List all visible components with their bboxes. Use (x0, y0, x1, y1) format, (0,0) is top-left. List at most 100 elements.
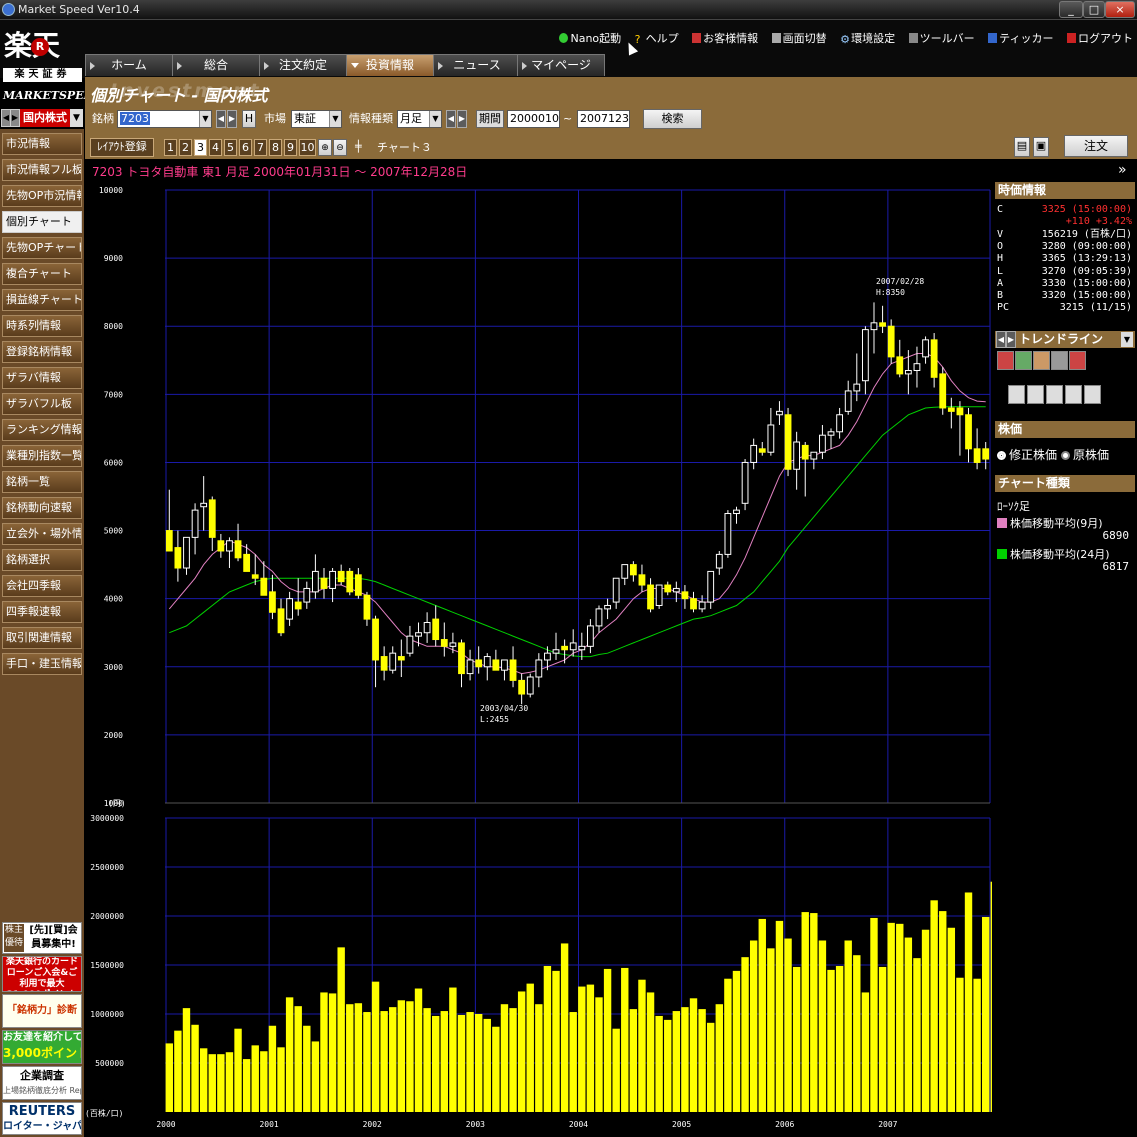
close-button[interactable]: × (1105, 1, 1135, 18)
info-type-select[interactable]: 月足 ▼ (397, 110, 442, 128)
clear-tool-icon[interactable] (1084, 385, 1101, 404)
history-button[interactable]: H (242, 110, 256, 128)
sidebar-item[interactable]: 業種別指数一覧 (2, 445, 82, 467)
delete-tool-icon[interactable] (1065, 385, 1082, 404)
trendline-prev-icon[interactable]: ◀ (996, 331, 1006, 348)
print-icon[interactable]: ▤ (1014, 137, 1030, 157)
market-label[interactable]: 国内株式 (20, 109, 70, 127)
sidebar-item[interactable]: 時系列情報 (2, 315, 82, 337)
market-next-icon[interactable]: ▶ (10, 109, 20, 127)
ma9-legend[interactable]: 株価移動平均(9月) (997, 515, 1103, 531)
preview-icon[interactable]: ▣ (1033, 137, 1049, 157)
layout-tab[interactable]: 6 (239, 139, 252, 156)
nano-link[interactable]: Nano起動 (559, 30, 621, 46)
layout-tab[interactable]: 1 (164, 139, 177, 156)
code-dropdown-icon[interactable]: ▼ (199, 111, 211, 127)
sidebar-item[interactable]: 取引関連情報 (2, 627, 82, 649)
rakuten-logo[interactable]: 楽天 R 楽天証券 (2, 30, 82, 87)
radio-adjusted-price[interactable]: 修正株価 (997, 446, 1057, 463)
customer-link[interactable]: お客様情報 (692, 30, 758, 46)
market-dropdown-icon[interactable]: ▼ (70, 109, 83, 127)
zoom-out-icon[interactable]: ⊖ (333, 139, 347, 156)
ad-reuters-banner[interactable]: REUTERS ロイター・ジャパン (2, 1102, 82, 1135)
sidebar-item[interactable]: ランキング情報 (2, 419, 82, 441)
ad-member-banner[interactable]: 株主優待 [先][買]会員募集中! (2, 922, 82, 954)
layout-tab[interactable]: 7 (254, 139, 267, 156)
layout-tab[interactable]: 9 (284, 139, 297, 156)
layout-tab[interactable]: 4 (209, 139, 222, 156)
help-link[interactable]: ? ヘルプ (635, 30, 679, 46)
sidebar-item[interactable]: 会社四季報 (2, 575, 82, 597)
ad-research-banner[interactable]: 企業調査 上場銘柄徹底分析 Report (2, 1066, 82, 1100)
sidebar-item[interactable]: 登録銘柄情報 (2, 341, 82, 363)
sidebar-item[interactable]: 銘柄選択 (2, 549, 82, 571)
ma24-legend[interactable]: 株価移動平均(24月) (997, 546, 1110, 562)
stock-code-input[interactable]: 7203 ▼ (117, 110, 212, 128)
sidebar-item[interactable]: 個別チャート (2, 211, 82, 233)
trendline-arrow-icon[interactable] (1069, 351, 1086, 370)
trendline-draw-icon[interactable] (997, 351, 1014, 370)
toolbar-link[interactable]: ツールバー (908, 30, 975, 46)
tab-mypage[interactable]: マイページ (517, 54, 605, 76)
sidebar-item[interactable]: 先物OPチャート (2, 237, 82, 259)
trendline-text-icon[interactable] (1051, 351, 1068, 370)
code-next-icon[interactable]: ▶ (227, 110, 237, 128)
market-select[interactable]: 東証 ▼ (291, 110, 342, 128)
tab-news[interactable]: ニュース (433, 54, 521, 76)
sidebar-item[interactable]: 立会外・場外情報 (2, 523, 82, 545)
minimize-button[interactable]: _ (1059, 1, 1083, 18)
period-prev-icon[interactable]: ◀ (446, 110, 456, 128)
screen-switch-link[interactable]: 画面切替 (771, 30, 827, 46)
select-tool-icon[interactable] (1046, 385, 1063, 404)
market-select-dropdown-icon[interactable]: ▼ (329, 111, 341, 127)
sidebar-item[interactable]: 市況情報 (2, 133, 82, 155)
tab-investment-info[interactable]: 投資情報 (346, 54, 434, 76)
layout-tab[interactable]: 10 (299, 139, 316, 156)
trendline-parallel-icon[interactable] (1015, 351, 1032, 370)
maximize-button[interactable]: □ (1083, 1, 1105, 18)
layout-tab[interactable]: 3 (194, 139, 207, 156)
copy-tool-icon[interactable] (1027, 385, 1044, 404)
ad-stock-diagnosis-banner[interactable]: 「銘柄力」診断 (2, 994, 82, 1028)
pointer-tool-icon[interactable] (1008, 385, 1025, 404)
tab-summary[interactable]: 総合 (172, 54, 260, 76)
layout-tab[interactable]: 5 (224, 139, 237, 156)
layout-tab[interactable]: 8 (269, 139, 282, 156)
period-next-icon[interactable]: ▶ (457, 110, 467, 128)
zoom-in-icon[interactable]: ⊕ (318, 139, 332, 156)
sidebar-item[interactable]: 銘柄一覧 (2, 471, 82, 493)
layout-save-button[interactable]: ﾚｲｱｳﾄ登録 (90, 138, 154, 157)
info-type-dropdown-icon[interactable]: ▼ (429, 111, 441, 127)
tab-orders[interactable]: 注文約定 (259, 54, 347, 76)
radio-raw-price[interactable]: 原株価 (1061, 446, 1109, 463)
sidebar-item[interactable]: 四季報速報 (2, 601, 82, 623)
sidebar-item[interactable]: 損益線チャート (2, 289, 82, 311)
ad-cardloan-banner[interactable]: 楽天銀行のカードローンご入会&ご利用で最大31,000ポイント進呈! (2, 956, 82, 992)
code-prev-icon[interactable]: ◀ (216, 110, 226, 128)
date-from-input[interactable]: 20000101 (507, 110, 560, 128)
tab-home[interactable]: ホーム (85, 54, 173, 76)
trendline-fib-icon[interactable] (1033, 351, 1050, 370)
sidebar-item[interactable]: 手口・建玉情報 (2, 653, 82, 675)
date-to-input[interactable]: 20071231 (577, 110, 630, 128)
order-button[interactable]: 注文 (1064, 135, 1128, 157)
sidebar-item[interactable]: 市況情報フル板 (2, 159, 82, 181)
chart-area[interactable] (85, 160, 992, 1137)
expand-panel-icon[interactable]: » (1118, 162, 1134, 180)
trendline-dropdown-icon[interactable]: ▼ (1121, 332, 1133, 347)
sidebar-item[interactable]: 先物OP市況情報 (2, 185, 82, 207)
sidebar-item[interactable]: 複合チャート (2, 263, 82, 285)
layout-tab[interactable]: 2 (179, 139, 192, 156)
logout-link[interactable]: ログアウト (1067, 30, 1133, 46)
trendline-next-icon[interactable]: ▶ (1006, 331, 1016, 348)
ad-referral-banner[interactable]: お友達を紹介して 3,000ポイント! (2, 1030, 82, 1064)
sidebar-item[interactable]: ザラバ情報 (2, 367, 82, 389)
crosshair-icon[interactable]: ╪ (355, 138, 362, 156)
search-button[interactable]: 検索 (643, 109, 702, 129)
settings-link[interactable]: ⚙環境設定 (840, 30, 895, 46)
help-icon: ? (634, 33, 641, 46)
sidebar-item[interactable]: ザラバフル板 (2, 393, 82, 415)
ticker-link[interactable]: ティッカー (988, 30, 1054, 46)
sidebar-item[interactable]: 銘柄動向速報 (2, 497, 82, 519)
period-button[interactable]: 期間 (476, 110, 504, 128)
